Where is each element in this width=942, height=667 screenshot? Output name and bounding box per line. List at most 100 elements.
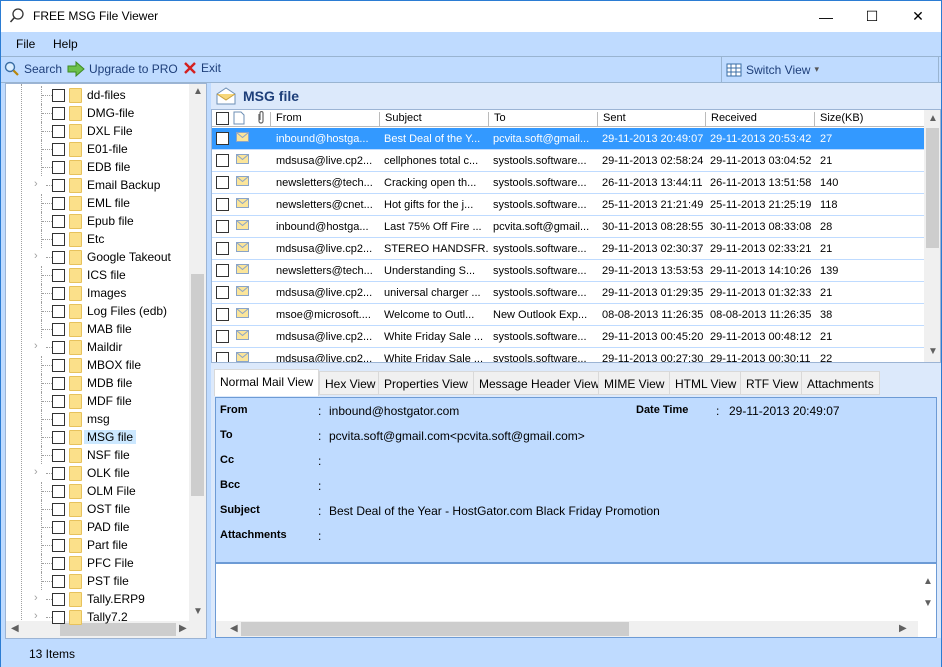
tree-item[interactable]: dd-files xyxy=(6,86,191,104)
minimize-button[interactable]: — xyxy=(803,1,849,32)
tab-html-view[interactable]: HTML View xyxy=(669,371,743,395)
tree-checkbox[interactable] xyxy=(52,377,65,390)
message-body[interactable]: ▲ ▼ ◀ ▶ xyxy=(215,563,937,638)
tab-message-header-view[interactable]: Message Header View xyxy=(473,371,606,395)
tree-vertical-scrollbar[interactable]: ▲ ▼ xyxy=(189,84,206,621)
tree-checkbox[interactable] xyxy=(52,107,65,120)
expand-chevron-icon[interactable]: › xyxy=(34,250,38,262)
tree-checkbox[interactable] xyxy=(52,359,65,372)
table-row[interactable]: newsletters@tech... Cracking open th... sy… xyxy=(212,172,924,194)
exit-button[interactable]: Exit xyxy=(183,61,221,75)
maximize-button[interactable]: ☐ xyxy=(849,1,895,32)
tree-checkbox[interactable] xyxy=(52,161,65,174)
grid-vertical-scrollbar[interactable]: ▲ ▼ xyxy=(924,110,940,362)
scroll-left-icon[interactable]: ◀ xyxy=(230,623,238,634)
tree-item[interactable]: NSF file xyxy=(6,446,191,464)
table-row[interactable]: inbound@hostga... Best Deal of the Y... pc… xyxy=(212,128,924,150)
tree-checkbox[interactable] xyxy=(52,341,65,354)
row-checkbox[interactable] xyxy=(216,308,229,321)
tree-checkbox[interactable] xyxy=(52,323,65,336)
expand-chevron-icon[interactable]: › xyxy=(34,178,38,190)
column-received[interactable]: Received xyxy=(705,112,757,126)
tree-checkbox[interactable] xyxy=(52,287,65,300)
tree-checkbox[interactable] xyxy=(52,179,65,192)
tree-item[interactable]: PFC File xyxy=(6,554,191,572)
scroll-up-icon[interactable]: ▲ xyxy=(193,86,203,97)
row-checkbox[interactable] xyxy=(216,330,229,343)
tree-checkbox[interactable] xyxy=(52,233,65,246)
tab-mime-view[interactable]: MIME View xyxy=(598,371,671,395)
body-hscroll-thumb[interactable] xyxy=(241,622,629,636)
tree-checkbox[interactable] xyxy=(52,215,65,228)
tree-item[interactable]: DXL File xyxy=(6,122,191,140)
tree-checkbox[interactable] xyxy=(52,251,65,264)
table-row[interactable]: mdsusa@live.cp2... White Friday Sale ... s… xyxy=(212,348,924,362)
tree-item[interactable]: E01-file xyxy=(6,140,191,158)
column-from[interactable]: From xyxy=(270,112,302,126)
column-size[interactable]: Size(KB) xyxy=(814,112,863,126)
tree-scroll-thumb[interactable] xyxy=(191,274,204,496)
tree-checkbox[interactable] xyxy=(52,89,65,102)
scroll-down-icon[interactable]: ▼ xyxy=(928,346,938,357)
tree-item[interactable]: MDB file xyxy=(6,374,191,392)
expand-chevron-icon[interactable]: › xyxy=(34,466,38,478)
tab-attachments[interactable]: Attachments xyxy=(801,371,880,395)
tree-item[interactable]: › OLK file xyxy=(6,464,191,482)
tree-item[interactable]: OST file xyxy=(6,500,191,518)
tab-rtf-view[interactable]: RTF View xyxy=(740,371,805,395)
tree-item[interactable]: Log Files (edb) xyxy=(6,302,191,320)
tree-checkbox[interactable] xyxy=(52,305,65,318)
tree-item[interactable]: › Maildir xyxy=(6,338,191,356)
tree-item[interactable]: OLM File xyxy=(6,482,191,500)
tree-item[interactable]: ICS file xyxy=(6,266,191,284)
column-sent[interactable]: Sent xyxy=(597,112,626,126)
scroll-right-icon[interactable]: ▶ xyxy=(899,623,907,634)
tree-item[interactable]: MDF file xyxy=(6,392,191,410)
tree-checkbox[interactable] xyxy=(52,521,65,534)
tree-checkbox[interactable] xyxy=(52,395,65,408)
column-subject[interactable]: Subject xyxy=(379,112,422,126)
row-checkbox[interactable] xyxy=(216,220,229,233)
row-checkbox[interactable] xyxy=(216,264,229,277)
tree-checkbox[interactable] xyxy=(52,143,65,156)
row-checkbox[interactable] xyxy=(216,198,229,211)
row-checkbox[interactable] xyxy=(216,154,229,167)
grid-scroll-thumb[interactable] xyxy=(926,128,939,248)
menu-file[interactable]: File xyxy=(16,37,35,51)
tab-normal-mail-view[interactable]: Normal Mail View xyxy=(214,369,320,396)
body-vertical-scrollbar[interactable]: ▲ ▼ xyxy=(918,564,936,621)
table-row[interactable]: inbound@hostga... Last 75% Off Fire ... pc… xyxy=(212,216,924,238)
body-horizontal-scrollbar[interactable]: ◀ ▶ xyxy=(216,621,918,637)
expand-chevron-icon[interactable]: › xyxy=(34,592,38,604)
scroll-down-icon[interactable]: ▼ xyxy=(923,598,933,609)
tree-item[interactable]: › Tally.ERP9 xyxy=(6,590,191,608)
tree-item[interactable]: PST file xyxy=(6,572,191,590)
table-row[interactable]: msoe@microsoft.... Welcome to Outl... New … xyxy=(212,304,924,326)
tree-item[interactable]: PAD file xyxy=(6,518,191,536)
switch-view-button[interactable]: Switch View ▾ xyxy=(721,57,939,82)
scroll-up-icon[interactable]: ▲ xyxy=(923,576,933,587)
tree-item[interactable]: EDB file xyxy=(6,158,191,176)
table-row[interactable]: mdsusa@live.cp2... cellphones total c... s… xyxy=(212,150,924,172)
tree-checkbox[interactable] xyxy=(52,431,65,444)
tab-properties-view[interactable]: Properties View xyxy=(378,371,474,395)
tree-checkbox[interactable] xyxy=(52,125,65,138)
tree-item[interactable]: msg xyxy=(6,410,191,428)
tree-checkbox[interactable] xyxy=(52,449,65,462)
table-row[interactable]: newsletters@tech... Understanding S... sys… xyxy=(212,260,924,282)
tree-checkbox[interactable] xyxy=(52,539,65,552)
tree-checkbox[interactable] xyxy=(52,611,65,624)
tree-item[interactable]: Epub file xyxy=(6,212,191,230)
tree-checkbox[interactable] xyxy=(52,197,65,210)
row-checkbox[interactable] xyxy=(216,242,229,255)
tree-item[interactable]: MAB file xyxy=(6,320,191,338)
close-button[interactable]: ✕ xyxy=(895,1,941,32)
upgrade-button[interactable]: Upgrade to PRO xyxy=(67,61,178,77)
tree-checkbox[interactable] xyxy=(52,557,65,570)
tree-item[interactable]: › Email Backup xyxy=(6,176,191,194)
table-row[interactable]: mdsusa@live.cp2... universal charger ... s… xyxy=(212,282,924,304)
tree-item[interactable]: › Tally7.2 xyxy=(6,608,191,626)
search-button[interactable]: Search xyxy=(4,61,62,77)
table-row[interactable]: mdsusa@live.cp2... STEREO HANDSFR... systo… xyxy=(212,238,924,260)
row-checkbox[interactable] xyxy=(216,132,229,145)
